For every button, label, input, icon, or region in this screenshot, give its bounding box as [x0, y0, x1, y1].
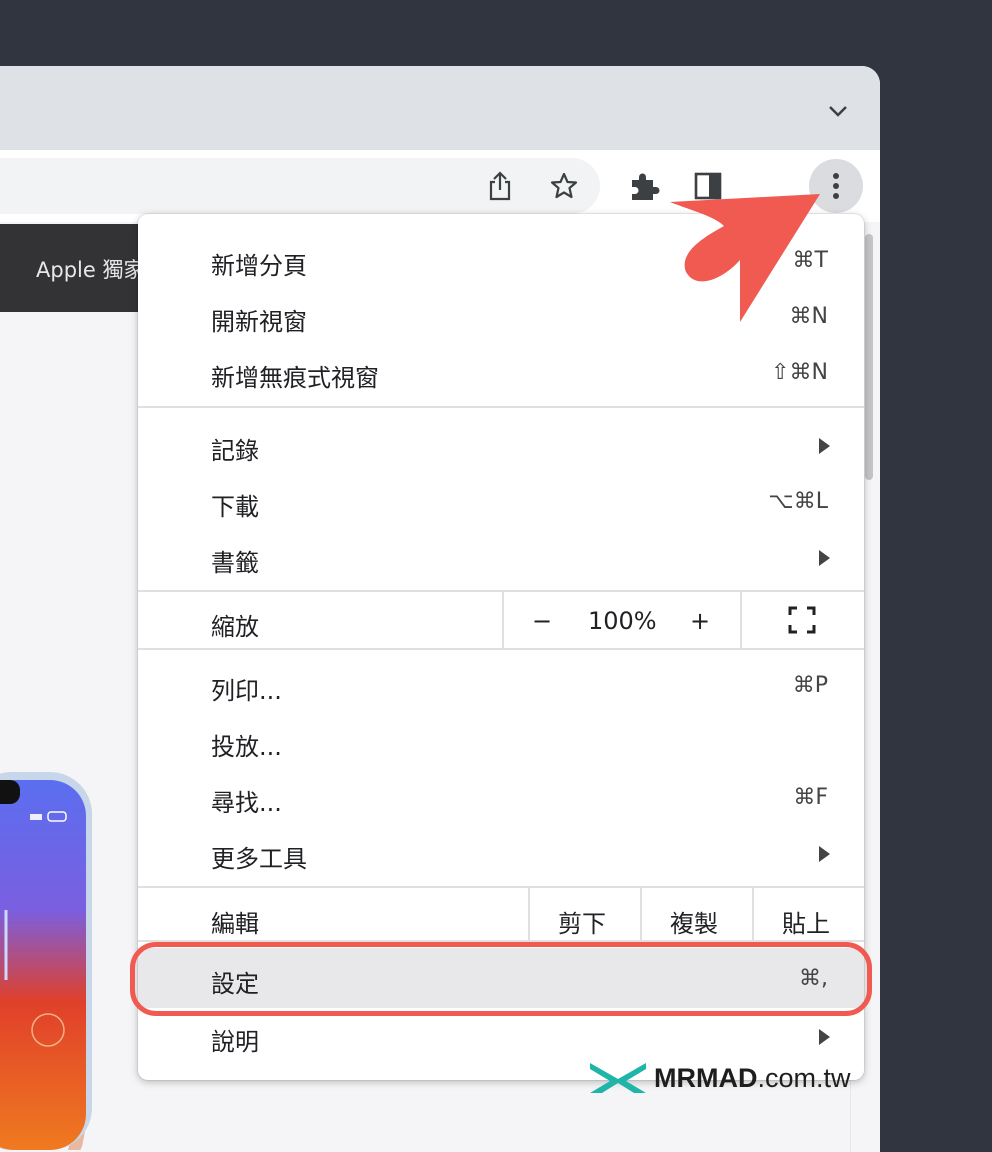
menu-item-bookmarks[interactable]: 書籤 — [138, 529, 864, 585]
menu-item-cast[interactable]: 投放... — [138, 713, 864, 769]
menu-item-label: 下載 — [211, 493, 259, 521]
zoom-in-button[interactable]: + — [690, 607, 710, 635]
menu-item-label: 新增分頁 — [211, 252, 307, 280]
menu-row-zoom: 縮放 — [138, 592, 864, 648]
fullscreen-icon[interactable] — [788, 606, 816, 634]
edit-divider — [528, 888, 530, 940]
menu-item-more-tools[interactable]: 更多工具 — [138, 825, 864, 881]
edit-label: 編輯 — [211, 910, 259, 938]
zoom-out-button[interactable]: − — [532, 607, 552, 635]
menu-item-label: 投放... — [211, 733, 282, 761]
zoom-label: 縮放 — [211, 613, 259, 641]
watermark-domain: .com.tw — [757, 1062, 851, 1093]
pointer-arrow-annotation — [670, 194, 820, 322]
menu-item-label: 說明 — [211, 1028, 259, 1056]
menu-item-shortcut: ⌘P — [792, 673, 828, 698]
zoom-value: 100% — [588, 607, 657, 635]
menu-separator — [138, 406, 864, 408]
cut-button[interactable]: 剪下 — [558, 904, 606, 939]
menu-item-label: 更多工具 — [211, 845, 307, 873]
menu-item-find[interactable]: 尋找... ⌘F — [138, 769, 864, 825]
zoom-divider — [740, 592, 742, 648]
menu-row-edit: 編輯 — [138, 888, 864, 944]
menu-item-shortcut: ⌘F — [793, 785, 828, 810]
tab-strip — [0, 66, 880, 150]
mrmad-watermark: MRMAD.com.tw — [588, 1058, 851, 1098]
menu-item-label: 開新視窗 — [211, 308, 307, 336]
menu-item-label: 記錄 — [211, 437, 259, 465]
menu-item-history[interactable]: 記錄 — [138, 417, 864, 473]
menu-item-label: 尋找... — [211, 789, 282, 817]
site-nav-text[interactable]: Apple 獨家 — [36, 254, 144, 284]
zoom-divider — [502, 592, 504, 648]
watermark-text: MRMAD.com.tw — [654, 1063, 851, 1094]
submenu-arrow-icon — [819, 438, 830, 454]
menu-item-print[interactable]: 列印... ⌘P — [138, 657, 864, 713]
submenu-arrow-icon — [819, 550, 830, 566]
menu-item-label: 新增無痕式視窗 — [211, 364, 379, 392]
scrollbar-thumb[interactable] — [865, 234, 873, 480]
menu-item-help[interactable]: 說明 — [138, 1008, 864, 1064]
mrmad-logo-icon — [590, 1063, 646, 1093]
more-vert-icon — [833, 173, 839, 199]
settings-highlight-outline — [130, 942, 872, 1016]
address-bar[interactable] — [0, 158, 600, 214]
copy-button[interactable]: 複製 — [670, 904, 718, 939]
menu-item-label: 書籤 — [211, 549, 259, 577]
submenu-arrow-icon — [819, 846, 830, 862]
menu-item-shortcut: ⇧⌘N — [771, 360, 828, 385]
menu-item-downloads[interactable]: 下載 ⌥⌘L — [138, 473, 864, 529]
submenu-arrow-icon — [819, 1029, 830, 1045]
extensions-icon[interactable] — [626, 168, 662, 204]
iphone-image — [0, 772, 92, 1150]
tab-search-chevron-icon[interactable] — [828, 104, 848, 118]
menu-item-label: 列印... — [211, 677, 282, 705]
edit-divider — [752, 888, 754, 940]
edit-divider — [640, 888, 642, 940]
menu-item-shortcut: ⌥⌘L — [768, 489, 828, 514]
menu-separator — [138, 648, 864, 650]
menu-item-incognito-window[interactable]: 新增無痕式視窗 ⇧⌘N — [138, 344, 864, 400]
watermark-brand: MRMAD — [654, 1062, 758, 1093]
bookmark-star-icon[interactable] — [546, 168, 582, 204]
share-icon[interactable] — [482, 168, 518, 204]
paste-button[interactable]: 貼上 — [782, 904, 830, 939]
